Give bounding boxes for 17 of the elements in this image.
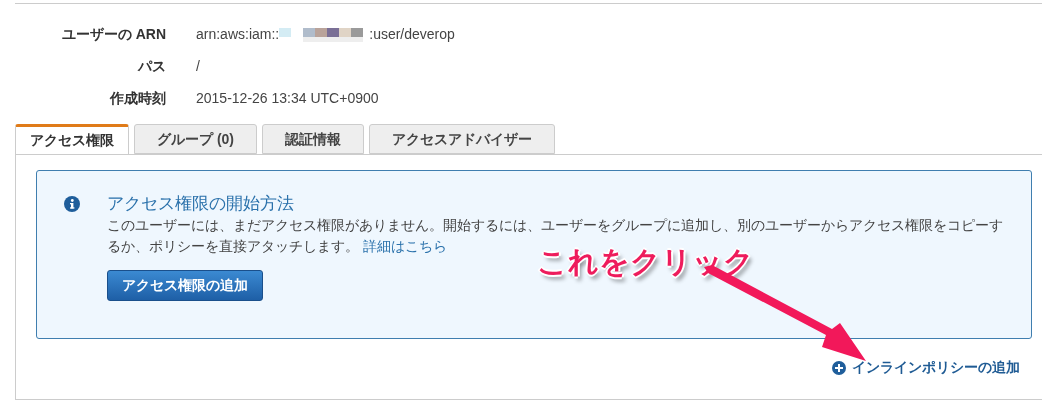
field-label: ユーザーの ARN [60,25,166,44]
tab[interactable]: グループ (0) [134,124,257,154]
arn-suffix: :user/deverop [369,25,455,44]
field-label: パス [136,57,166,76]
tab[interactable]: アクセス権限 [15,124,129,155]
tab[interactable]: アクセスアドバイザー [369,124,555,154]
details-link[interactable]: 詳細はこちら [362,238,447,254]
field-label: 作成時刻 [108,89,166,108]
arn-prefix: arn:aws:iam:: [196,25,280,44]
field-value: / [196,57,200,76]
info-title: アクセス権限の開始方法 [107,193,295,215]
plus-circle-icon [832,360,846,375]
info-icon [64,196,80,212]
add-permissions-button[interactable]: アクセス権限の追加 [107,270,263,301]
tab[interactable]: 認証情報 [262,124,364,154]
field-value: 2015-12-26 13:34 UTC+0900 [196,89,379,108]
add-inline-policy-link[interactable]: インラインポリシーの追加 [832,357,1020,378]
